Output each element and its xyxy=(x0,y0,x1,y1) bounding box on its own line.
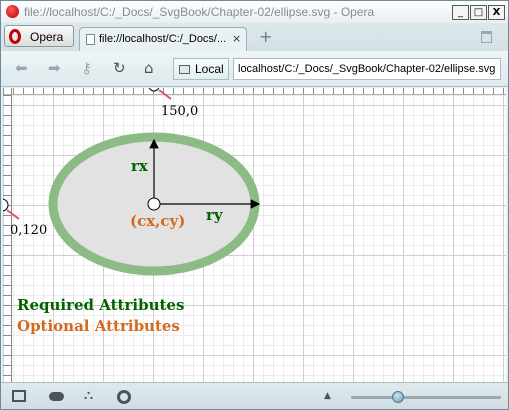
security-label: Local xyxy=(195,62,224,76)
left-point-label: 0,120 xyxy=(10,223,47,238)
panel-icon[interactable] xyxy=(12,390,26,402)
ry-label: ry xyxy=(206,206,224,224)
tab-bar: Opera file://localhost/C:/_Docs/... × + xyxy=(1,23,508,52)
tab-ellipse-svg[interactable]: file://localhost/C:/_Docs/... × xyxy=(79,27,247,52)
ellipse-diagram: 150,0 0,120 rx ry (cx,cy) Required Attri… xyxy=(3,88,261,335)
home-icon[interactable]: ⌂ xyxy=(144,60,154,76)
tab-close-icon[interactable]: × xyxy=(232,32,241,45)
zoom-slider-handle[interactable] xyxy=(392,391,405,403)
title-bar: file://localhost/C:/_Docs/_SvgBook/Chapt… xyxy=(1,1,508,23)
key-icon[interactable]: ⚷ xyxy=(81,60,92,76)
back-icon[interactable]: ⬅ xyxy=(15,60,28,76)
center-point-circle xyxy=(147,197,161,211)
top-point-circle xyxy=(148,88,160,92)
page-viewport: 150,0 0,120 rx ry (cx,cy) Required Attri… xyxy=(3,88,506,382)
speed-dial-icon[interactable] xyxy=(117,390,131,404)
legend-optional: Optional Attributes xyxy=(17,317,180,335)
share-icon[interactable]: ⛬ xyxy=(84,389,98,402)
maximize-button[interactable]: □ xyxy=(470,5,487,20)
opera-logo-icon xyxy=(9,29,21,44)
left-point-marker xyxy=(6,209,20,220)
window-title: file://localhost/C:/_Docs/_SvgBook/Chapt… xyxy=(24,5,375,19)
address-field[interactable]: localhost/C:/_Docs/_SvgBook/Chapter-02/e… xyxy=(233,58,501,80)
left-point-circle xyxy=(3,198,9,212)
status-bar: ⛬ ▲ xyxy=(1,382,508,409)
computer-icon xyxy=(179,65,190,74)
trash-icon[interactable] xyxy=(481,31,492,43)
security-badge[interactable]: Local xyxy=(173,58,229,80)
address-toolbar: ⬅ ➡ ⚷ ↻ ⌂ Local localhost/C:/_Docs/_SvgB… xyxy=(1,51,508,87)
close-button[interactable]: X xyxy=(488,5,505,20)
legend-required: Required Attributes xyxy=(17,296,184,314)
opera-menu-label: Opera xyxy=(30,30,64,44)
reload-icon[interactable]: ↻ xyxy=(113,60,126,76)
new-tab-button[interactable]: + xyxy=(259,29,272,45)
rx-label: rx xyxy=(131,157,149,175)
document-icon xyxy=(86,34,95,45)
tab-label: file://localhost/C:/_Docs/... xyxy=(99,33,227,45)
chevron-up-icon[interactable]: ▲ xyxy=(324,391,331,401)
top-point-marker xyxy=(158,89,172,100)
opera-logo-icon xyxy=(6,5,19,18)
top-point-label: 150,0 xyxy=(161,104,198,119)
center-label: (cx,cy) xyxy=(130,212,185,230)
zoom-slider[interactable] xyxy=(351,391,501,403)
minimize-button[interactable]: _ xyxy=(452,5,469,20)
opera-menu-button[interactable]: Opera xyxy=(4,25,74,47)
cloud-icon[interactable] xyxy=(49,392,64,401)
forward-icon[interactable]: ➡ xyxy=(48,60,61,76)
browser-window: file://localhost/C:/_Docs/_SvgBook/Chapt… xyxy=(0,0,509,410)
